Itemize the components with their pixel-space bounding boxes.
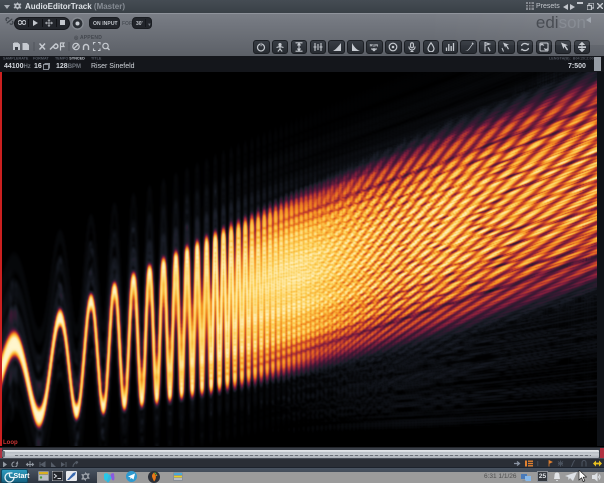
svg-text:RUN: RUN bbox=[370, 43, 379, 48]
